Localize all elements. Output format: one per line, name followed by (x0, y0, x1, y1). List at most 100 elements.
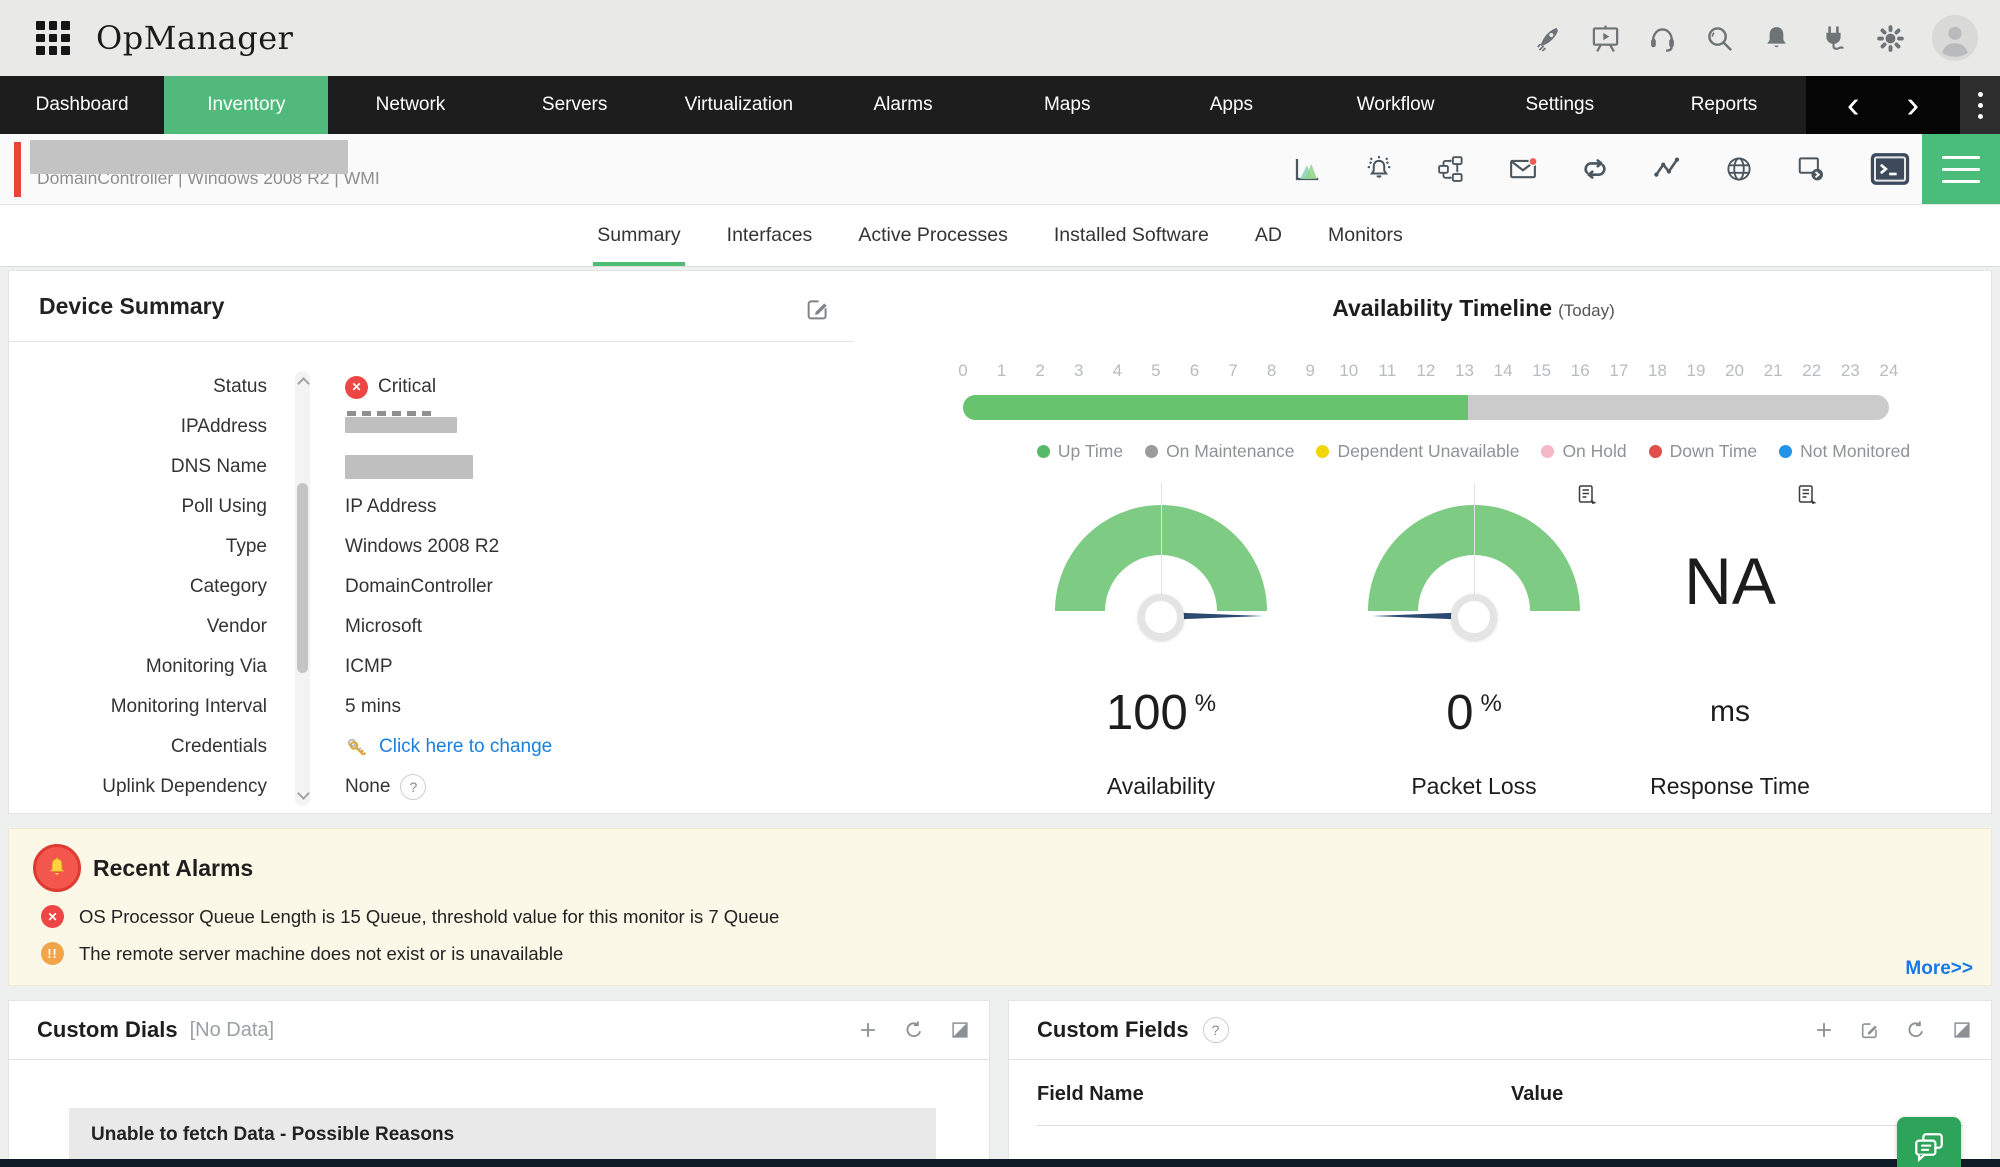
legend-dot-icon (1316, 445, 1329, 458)
device-summary-rows: Status ✕Critical IPAddress DNS Name Poll… (9, 367, 854, 807)
timeline-tick: 15 (1527, 361, 1557, 381)
tab-monitors[interactable]: Monitors (1328, 205, 1403, 266)
avatar[interactable] (1932, 15, 1978, 61)
chat-button[interactable] (1897, 1117, 1961, 1167)
tab-active-processes[interactable]: Active Processes (858, 205, 1008, 266)
alarm-bell-icon[interactable] (1364, 154, 1394, 184)
alarm-row[interactable]: !!The remote server machine does not exi… (41, 942, 563, 965)
legend-item-up-time: Up Time (1037, 441, 1123, 462)
alarm-row[interactable]: ✕OS Processor Queue Length is 15 Queue, … (41, 905, 779, 928)
field-value: ICMP (345, 656, 393, 678)
nav-scroll-right-icon[interactable]: › (1900, 86, 1925, 124)
gauge-hub (1451, 594, 1497, 640)
report-icon[interactable] (1796, 483, 1820, 507)
edit-icon[interactable] (804, 295, 832, 323)
device-name-redacted (30, 140, 348, 174)
scrollbar-thumb[interactable] (297, 483, 308, 673)
terminal-icon[interactable] (1868, 149, 1912, 189)
gauge-value: 0% (1324, 685, 1624, 741)
gauge-value: 100% (1011, 685, 1311, 741)
legend-dot-icon (1145, 445, 1158, 458)
summary-row-ipaddress: IPAddress (9, 407, 854, 447)
timeline-tick: 21 (1758, 361, 1788, 381)
nav-item-settings[interactable]: Settings (1478, 76, 1642, 134)
help-icon[interactable]: ? (400, 774, 426, 800)
scroll-down-icon[interactable] (297, 787, 310, 800)
add-icon[interactable] (1813, 1019, 1835, 1041)
timeline-tick: 12 (1411, 361, 1441, 381)
summary-panel: Device Summary Status ✕Critical IPAddres… (8, 270, 1992, 814)
nav-item-servers[interactable]: Servers (493, 76, 657, 134)
topology-icon[interactable] (1436, 154, 1466, 184)
timeline-tick: 7 (1218, 361, 1248, 381)
tab-ad[interactable]: AD (1255, 205, 1282, 266)
rocket-icon[interactable] (1533, 23, 1564, 54)
remote-desktop-icon[interactable] (1796, 154, 1826, 184)
alarms-more-link[interactable]: More>> (1905, 958, 1973, 980)
timeline-tick: 14 (1488, 361, 1518, 381)
performance-graph-icon[interactable] (1292, 154, 1322, 184)
nav-item-network[interactable]: Network (328, 76, 492, 134)
timeline-tick: 13 (1450, 361, 1480, 381)
line-graph-icon[interactable] (1652, 154, 1682, 184)
nav-more-menu-icon[interactable] (1960, 76, 2000, 134)
tab-installed-software[interactable]: Installed Software (1054, 205, 1209, 266)
nav-item-apps[interactable]: Apps (1149, 76, 1313, 134)
summary-row-monitoring-interval: Monitoring Interval 5 mins (9, 687, 854, 727)
search-icon[interactable] (1704, 23, 1735, 54)
tab-interfaces[interactable]: Interfaces (727, 205, 813, 266)
refresh-icon[interactable] (1905, 1019, 1927, 1041)
timeline-tick: 19 (1681, 361, 1711, 381)
timeline-axis: 0123456789101112131415161718192021222324 (948, 361, 1904, 381)
refresh-icon[interactable] (903, 1019, 925, 1041)
summary-row-uplink-dependency: Uplink Dependency None? (9, 767, 854, 807)
device-menu-icon[interactable] (1922, 134, 2000, 204)
nav-item-maps[interactable]: Maps (985, 76, 1149, 134)
custom-fields-actions (1813, 1001, 1973, 1059)
field-label: Monitoring Via (9, 656, 267, 678)
column-value: Value (1511, 1083, 1563, 1106)
nav-item-reports[interactable]: Reports (1642, 76, 1806, 134)
sync-icon[interactable] (1580, 154, 1610, 184)
nav-item-inventory[interactable]: Inventory (164, 76, 328, 134)
scroll-up-icon[interactable] (297, 377, 310, 390)
device-status-bar (14, 142, 21, 197)
gauge-unit: ms (1580, 695, 1880, 729)
nav-item-workflow[interactable]: Workflow (1314, 76, 1478, 134)
headset-icon[interactable] (1647, 23, 1678, 54)
gear-icon[interactable] (1875, 23, 1906, 54)
divider (1037, 1125, 1963, 1126)
app-grid-icon[interactable] (36, 21, 70, 55)
availability-timeline-bar[interactable] (963, 395, 1889, 420)
nav-item-dashboard[interactable]: Dashboard (0, 76, 164, 134)
notification-bell-icon[interactable] (1761, 23, 1792, 54)
tab-summary[interactable]: Summary (597, 205, 680, 266)
help-icon[interactable]: ? (1203, 1017, 1229, 1043)
plug-icon[interactable] (1818, 23, 1849, 54)
critical-status-icon: ✕ (345, 376, 368, 399)
collapse-icon[interactable] (949, 1019, 971, 1041)
add-icon[interactable] (857, 1019, 879, 1041)
field-value: DomainController (345, 576, 493, 598)
mail-icon[interactable] (1508, 154, 1538, 184)
nav-scroll-left-icon[interactable]: ‹ (1841, 86, 1866, 124)
globe-icon[interactable] (1724, 154, 1754, 184)
gauge-arc (1055, 505, 1267, 611)
presentation-icon[interactable] (1590, 23, 1621, 54)
collapse-icon[interactable] (1951, 1019, 1973, 1041)
gauge-hub (1138, 594, 1184, 640)
status-value: Critical (378, 376, 436, 398)
topbar-icons (1533, 15, 1978, 61)
field-label: Status (9, 376, 267, 398)
device-summary-scrollbar[interactable] (295, 371, 310, 806)
summary-row-category: Category DomainController (9, 567, 854, 607)
nav-item-virtualization[interactable]: Virtualization (657, 76, 821, 134)
summary-row-vendor: Vendor Microsoft (9, 607, 854, 647)
credentials-change-link[interactable]: Click here to change (379, 736, 552, 758)
nav-item-alarms[interactable]: Alarms (821, 76, 985, 134)
recent-alarms-panel: Recent Alarms ✕OS Processor Queue Length… (8, 828, 1992, 986)
legend-item-on-hold: On Hold (1541, 441, 1626, 462)
custom-dials-title: Custom Dials (37, 1017, 178, 1043)
edit-icon[interactable] (1859, 1019, 1881, 1041)
summary-row-credentials: Credentials Click here to change (9, 727, 854, 767)
